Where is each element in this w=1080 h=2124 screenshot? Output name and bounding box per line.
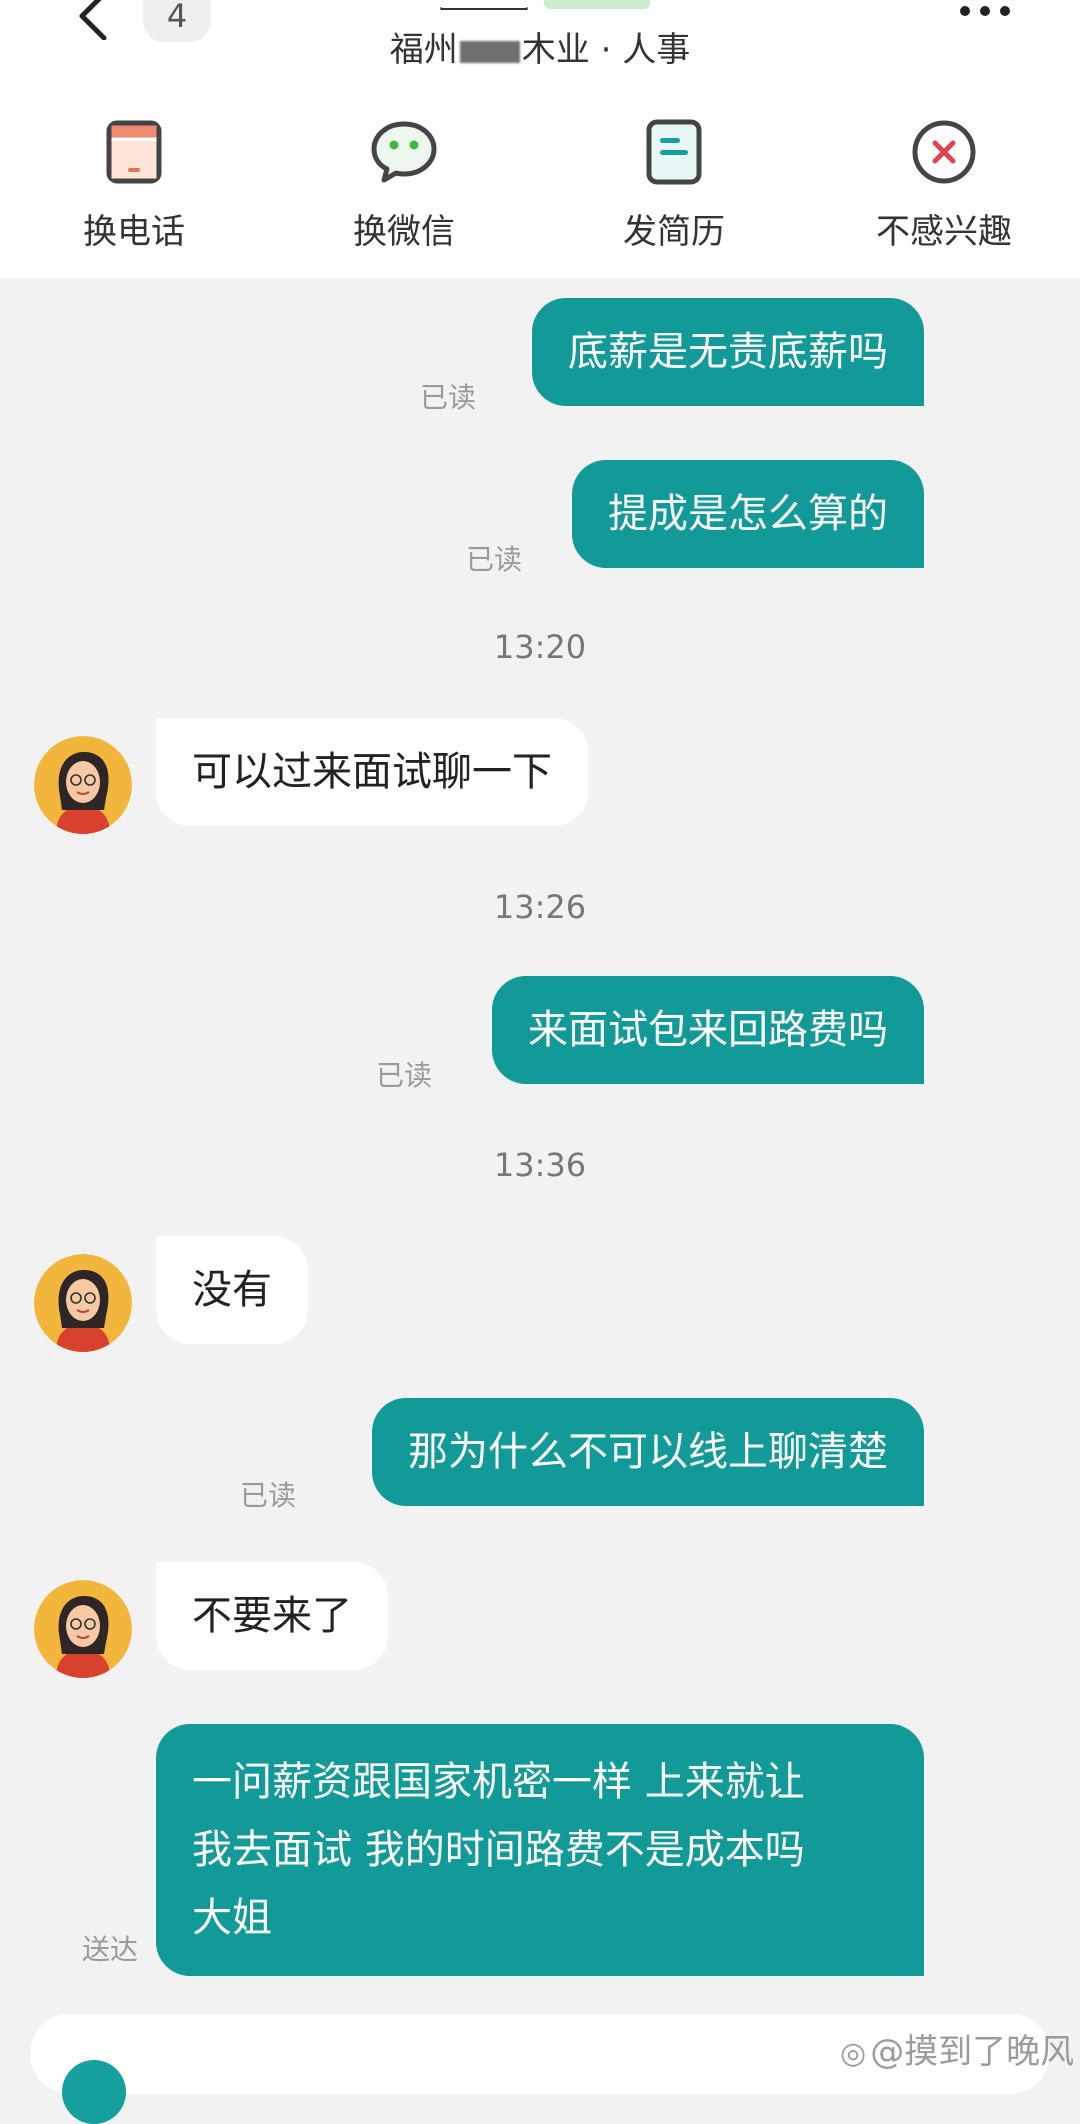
- read-status: 已读: [376, 1059, 433, 1092]
- change-phone-button[interactable]: 换电话: [24, 110, 244, 260]
- action-label: 不感兴趣: [876, 212, 1012, 252]
- more-options-button[interactable]: [960, 6, 1014, 20]
- message-timestamp: 13:36: [493, 1146, 587, 1184]
- quick-actions-bar: 换电话 换微信 发简历 不感兴趣: [0, 110, 1080, 260]
- active-status-tag: [544, 0, 650, 9]
- outgoing-message-bubble[interactable]: 提成是怎么算的: [572, 460, 924, 568]
- redacted-text: [459, 40, 520, 63]
- contact-avatar[interactable]: [34, 1580, 132, 1678]
- message-list[interactable]: 已读 底薪是无责底薪吗 已读 提成是怎么算的 13:20 可以过来面试聊一下 1…: [0, 278, 1080, 2000]
- company-name-prefix: 福州: [389, 30, 458, 70]
- incoming-message-bubble[interactable]: 没有: [156, 1236, 308, 1344]
- send-resume-button[interactable]: 发简历: [564, 110, 784, 260]
- outgoing-message-bubble[interactable]: 一问薪资跟国家机密一样 上来就让 我去面试 我的时间路费不是成本吗 大姐: [156, 1724, 924, 1976]
- action-label: 换微信: [353, 212, 455, 252]
- read-status: 已读: [466, 543, 523, 576]
- message-timestamp: 13:20: [493, 628, 587, 666]
- contact-avatar[interactable]: [34, 736, 132, 834]
- avatar-illustration: [34, 1254, 132, 1352]
- incoming-message-bubble[interactable]: 可以过来面试聊一下: [156, 718, 588, 826]
- chat-header: 4 福州 木业 · 人事 换电话 换微信 发简历 不感兴趣: [0, 0, 1080, 278]
- read-status: 已读: [240, 1479, 297, 1512]
- avatar-illustration: [34, 736, 132, 834]
- contact-name-cropped: [440, 0, 660, 10]
- change-wechat-button[interactable]: 换微信: [294, 110, 514, 260]
- resume-icon: [640, 118, 708, 186]
- company-name-suffix: 木业 · 人事: [521, 30, 691, 70]
- watermark-text: @摸到了晚风: [870, 2032, 1075, 2072]
- message-line: 一问薪资跟国家机密一样 上来就让: [192, 1759, 805, 1805]
- incoming-message-bubble[interactable]: 不要来了: [156, 1562, 388, 1670]
- read-status: 已读: [420, 381, 477, 414]
- action-label: 换电话: [83, 212, 185, 252]
- phone-card-icon: [100, 118, 168, 186]
- message-timestamp: 13:26: [493, 888, 587, 926]
- contact-avatar[interactable]: [34, 1254, 132, 1352]
- weibo-watermark: ◎ @摸到了晚风: [840, 2024, 1074, 2073]
- wechat-icon: [370, 118, 438, 186]
- avatar-illustration: [34, 1580, 132, 1678]
- outgoing-message-bubble[interactable]: 底薪是无责底薪吗: [532, 298, 924, 406]
- weibo-icon: ◎: [840, 2036, 867, 2071]
- outgoing-message-bubble[interactable]: 那为什么不可以线上聊清楚: [372, 1398, 924, 1506]
- delivered-status: 送达: [82, 1933, 139, 1966]
- company-subtitle: 福州 木业 · 人事: [0, 22, 1080, 71]
- action-label: 发简历: [623, 212, 725, 252]
- not-interested-button[interactable]: 不感兴趣: [834, 110, 1054, 260]
- message-line: 大姐: [192, 1895, 272, 1941]
- outgoing-message-bubble[interactable]: 来面试包来回路费吗: [492, 976, 924, 1084]
- not-interested-icon: [910, 118, 978, 186]
- message-line: 我去面试 我的时间路费不是成本吗: [192, 1827, 805, 1873]
